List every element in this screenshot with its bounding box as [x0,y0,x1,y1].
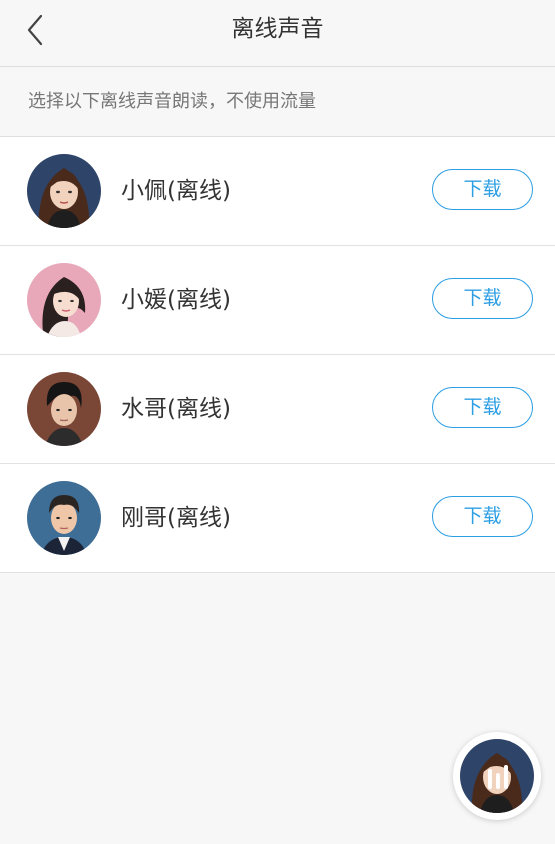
list-item: 小佩(离线) 下载 [0,137,555,246]
list-item: 小媛(离线) 下载 [0,246,555,355]
floating-player-button[interactable] [453,732,541,820]
voice-name: 小佩(离线) [121,178,231,204]
avatar [27,263,101,337]
subtitle-bar: 选择以下离线声音朗读，不使用流量 [0,67,555,137]
avatar [460,739,534,813]
list-item: 刚哥(离线) 下载 [0,464,555,573]
subtitle-text: 选择以下离线声音朗读，不使用流量 [28,91,316,112]
voice-name: 小媛(离线) [121,287,231,313]
download-button[interactable]: 下载 [432,278,533,319]
download-button[interactable]: 下载 [432,169,533,210]
avatar [27,481,101,555]
top-bar: 离线声音 [0,0,555,67]
download-button[interactable]: 下载 [432,387,533,428]
voice-name: 刚哥(离线) [121,505,231,531]
audio-bars-icon [488,765,508,789]
voice-list: 小佩(离线) 下载 小媛(离线) 下载 水哥(离线) 下载 刚哥(离线) 下载 [0,137,555,573]
list-item: 水哥(离线) 下载 [0,355,555,464]
page-title: 离线声音 [231,16,324,42]
download-button[interactable]: 下载 [432,496,533,537]
avatar [27,372,101,446]
avatar [27,154,101,228]
voice-name: 水哥(离线) [121,396,231,422]
